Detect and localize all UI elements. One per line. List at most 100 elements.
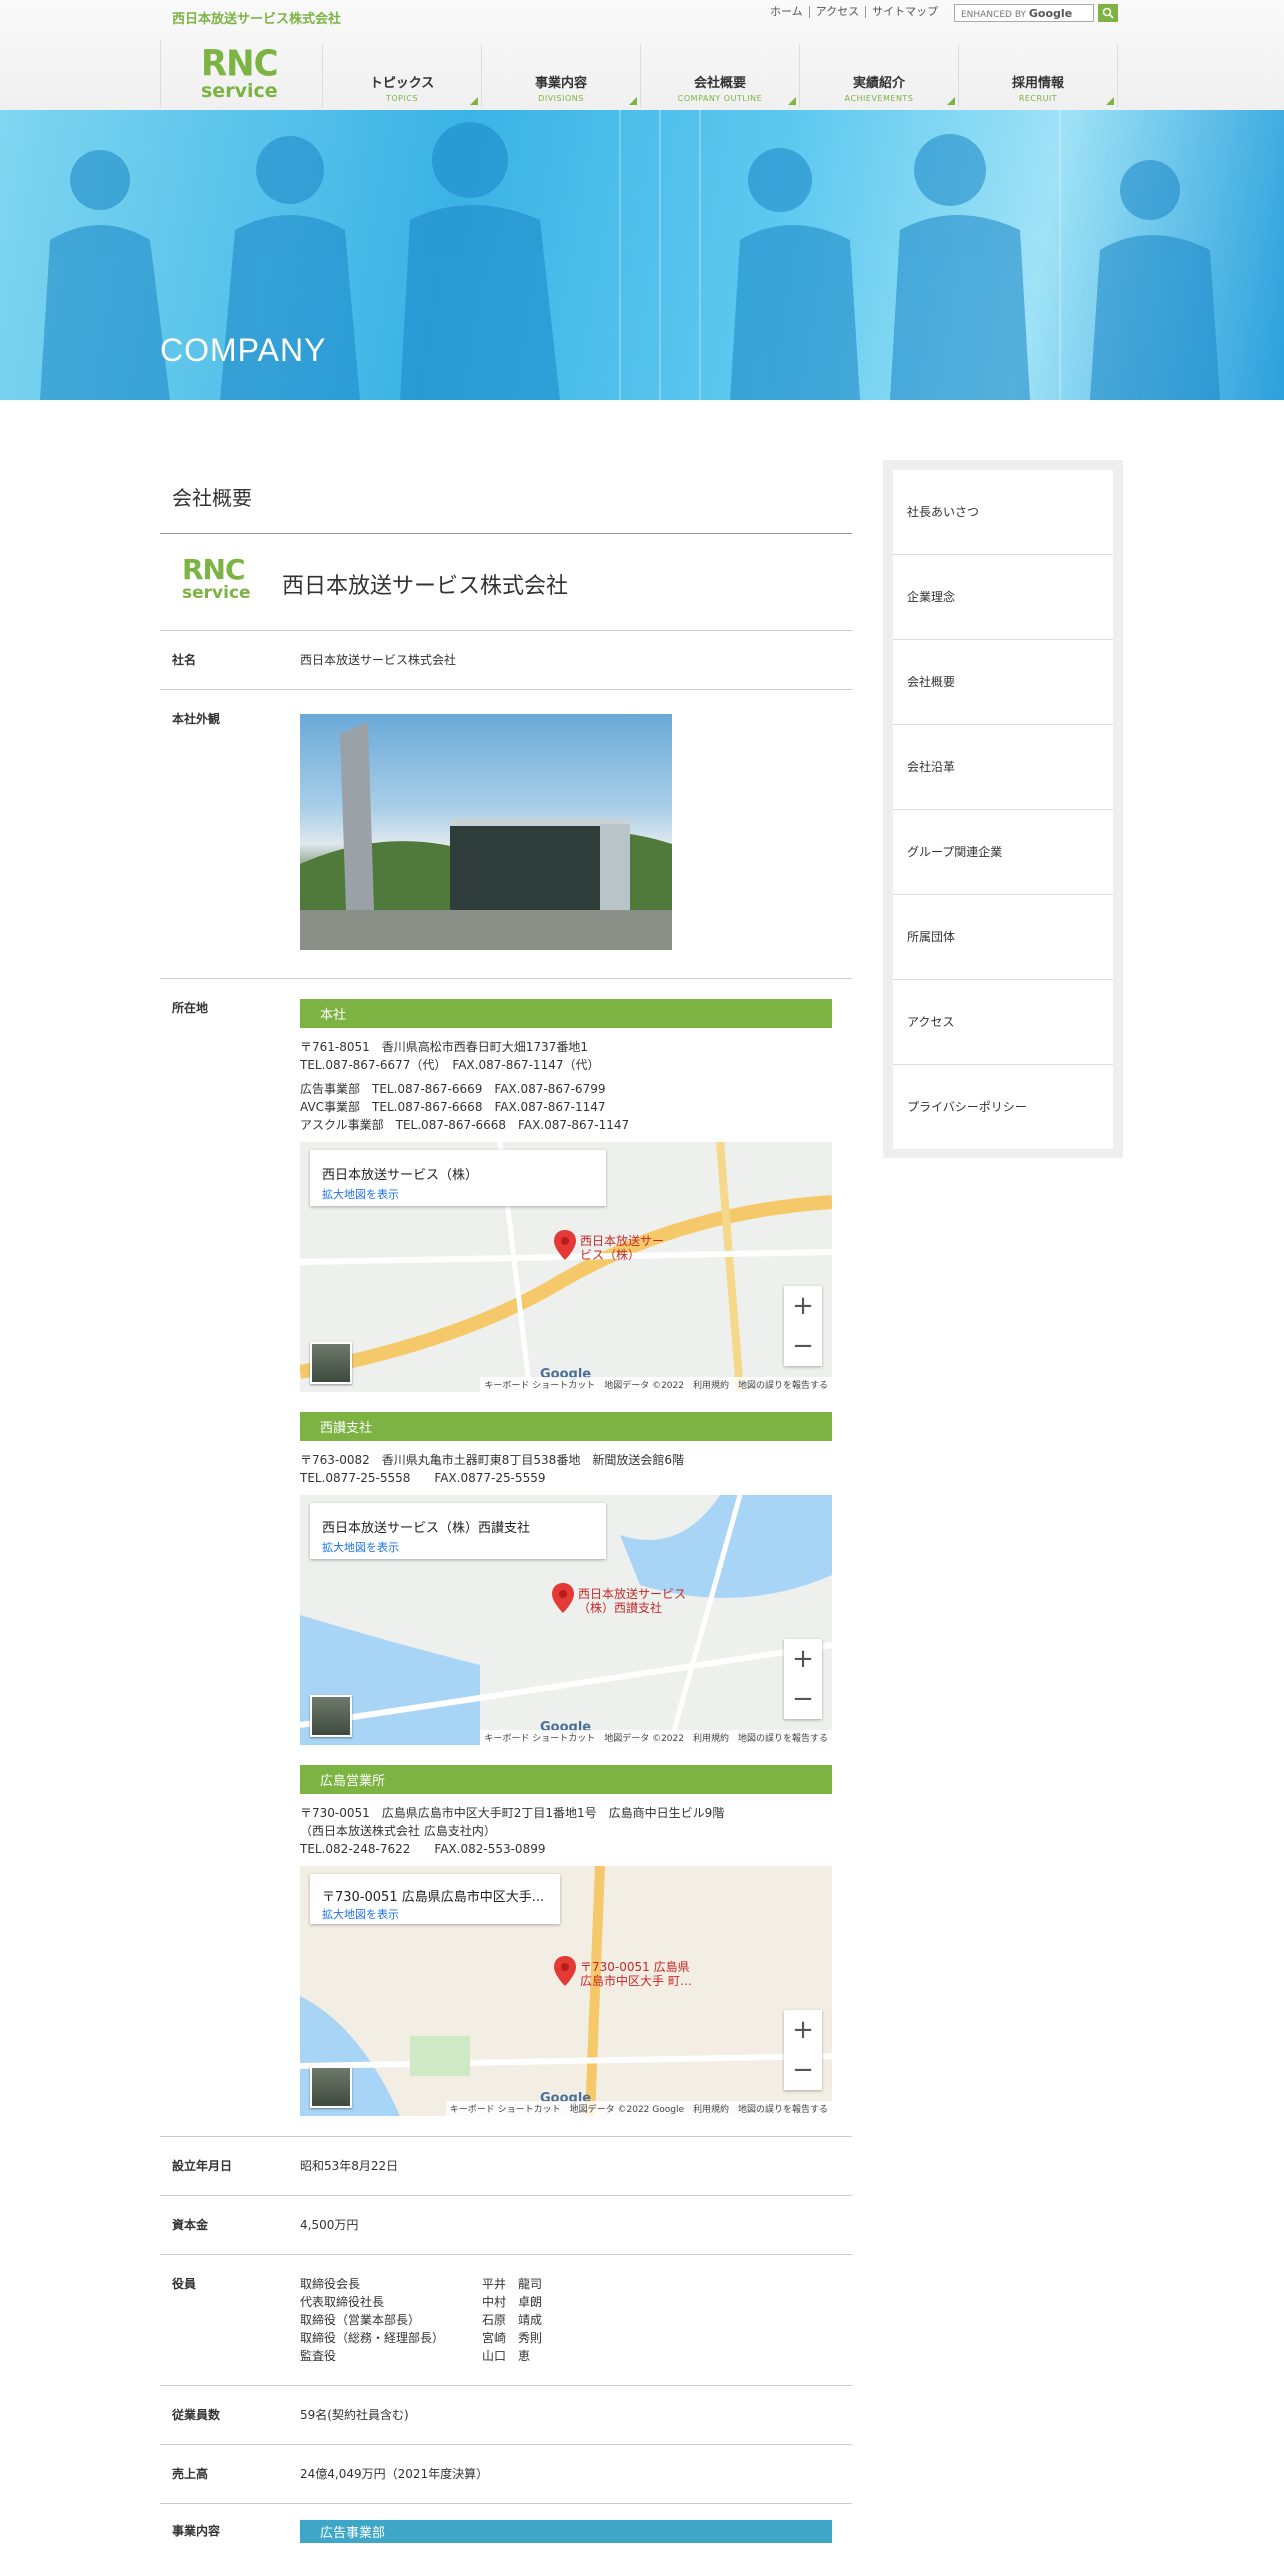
hiroshima-map[interactable]: 〒730-0051 広島県広島市中区大手... 拡大地図を表示 〒730-005… <box>300 1866 832 2116</box>
row-value <box>300 690 852 978</box>
hiroshima-section-bar: 広島営業所 <box>300 1765 832 1794</box>
officer-role: 監査役 <box>300 2349 337 2363</box>
row-value: 本社 〒761-8051 香川県高松市西春日町大畑1737番地1 TEL.087… <box>300 979 852 2136</box>
logo-rnc: RNC <box>201 43 279 85</box>
row-label: 本社外観 <box>172 712 221 726</box>
row-value: 24億4,049万円（2021年度決算） <box>300 2467 489 2481</box>
corner-arrow-icon <box>629 97 637 105</box>
row-label: 社名 <box>172 653 197 667</box>
map-pin-icon[interactable] <box>554 1230 576 1260</box>
row-value: 西日本放送サービス株式会社 <box>300 653 457 667</box>
nav-sublabel: COMPANY OUTLINE <box>677 94 763 103</box>
row-value: 4,500万円 <box>300 2218 359 2232</box>
officer-row: 代表取締役社長 中村 卓朗 <box>300 2293 852 2311</box>
officer-row: 取締役（営業本部長） 石原 靖成 <box>300 2311 852 2329</box>
sidebar-item-associations[interactable]: 所属団体 <box>893 895 1113 980</box>
sidebar-item-outline[interactable]: 会社概要 <box>893 640 1113 725</box>
map-pin-label: 西日本放送サービス（株） <box>580 1234 665 1262</box>
hq-line4: AVC事業部 TEL.087-867-6668 FAX.087-867-1147 <box>300 1100 606 1114</box>
map-satellite-toggle[interactable] <box>310 2066 352 2108</box>
map-title: 〒730-0051 広島県広島市中区大手... <box>322 1890 545 1905</box>
site-header: 西日本放送サービス株式会社 ホーム アクセス サイトマップ ENHANCED B… <box>0 0 1284 111</box>
map-pin-icon[interactable] <box>552 1583 574 1613</box>
sidebar-item-philosophy[interactable]: 企業理念 <box>893 555 1113 640</box>
row-capital: 資本金 4,500万円 <box>160 2196 852 2255</box>
nav-sublabel: RECRUIT <box>1018 94 1058 103</box>
map-enlarge-link[interactable]: 拡大地図を表示 <box>322 1186 399 1202</box>
nav-label: 実績紹介 <box>852 76 905 91</box>
nav-company-outline[interactable]: 会社概要 COMPANY OUTLINE <box>640 44 799 108</box>
nav-divisions[interactable]: 事業内容 DIVISIONS <box>481 44 640 108</box>
nav-label: 採用情報 <box>1011 76 1064 91</box>
top-link-sitemap[interactable]: サイトマップ <box>866 6 944 18</box>
nav-label: 会社概要 <box>693 76 746 91</box>
officer-name: 宮崎 秀則 <box>482 2331 543 2345</box>
map-pin-icon[interactable] <box>554 1956 576 1986</box>
map-pin-label: 西日本放送サービス（株）西讃支社 <box>578 1587 687 1615</box>
row-value: 59名(契約社員含む) <box>300 2408 409 2422</box>
officer-name: 山口 恵 <box>482 2349 531 2363</box>
zoom-in-button[interactable]: + <box>784 1639 822 1679</box>
top-link-home[interactable]: ホーム <box>764 6 810 18</box>
site-logo[interactable]: RNC service <box>160 40 321 108</box>
row-label: 従業員数 <box>172 2408 221 2422</box>
row-officers: 役員 取締役会長 平井 龍司 代表取締役社長 中村 卓朗 取締役（営業本部長） 石原 … <box>160 2255 852 2386</box>
map-zoom-controls: + − <box>784 1639 822 1719</box>
officer-role: 取締役（営業本部長） <box>300 2313 421 2327</box>
nav-recruit[interactable]: 採用情報 RECRUIT <box>958 44 1118 108</box>
officer-row: 取締役会長 平井 龍司 <box>300 2275 852 2293</box>
hiroshima-address: 〒730-0051 広島県広島市中区大手町2丁目1番地1号 広島商中日生ビル9階… <box>300 1804 852 1858</box>
map-info-card: 西日本放送サービス（株）西讃支社 拡大地図を表示 <box>310 1503 606 1559</box>
main-content: 会社概要 RNC service 西日本放送サービス株式会社 社名 西日本放送サ… <box>160 460 852 2564</box>
header-company-name: 西日本放送サービス株式会社 <box>172 12 342 27</box>
hero-title: COMPANY <box>160 332 327 368</box>
map-satellite-toggle[interactable] <box>310 1342 352 1384</box>
officer-role: 代表取締役社長 <box>300 2295 385 2309</box>
officer-name: 中村 卓朗 <box>482 2295 543 2309</box>
hq-address: 〒761-8051 香川県高松市西春日町大畑1737番地1 TEL.087-86… <box>300 1038 852 1074</box>
corner-arrow-icon <box>1106 97 1114 105</box>
sidebar-item-privacy[interactable]: プライバシーポリシー <box>893 1065 1113 1149</box>
corner-arrow-icon <box>947 97 955 105</box>
map-enlarge-link[interactable]: 拡大地図を表示 <box>322 1906 399 1922</box>
zoom-in-button[interactable]: + <box>784 2010 822 2050</box>
hq-map[interactable]: 西日本放送サービス（株） 拡大地図を表示 西日本放送サービス（株） + − Go… <box>300 1142 832 1392</box>
brand-logo-service: service <box>182 583 251 603</box>
nav-sublabel: ACHIEVEMENTS <box>844 94 914 103</box>
sidebar-item-access[interactable]: アクセス <box>893 980 1113 1065</box>
west-map[interactable]: 西日本放送サービス（株）西讃支社 拡大地図を表示 西日本放送サービス（株）西讃支… <box>300 1495 832 1745</box>
headquarters-photo <box>300 714 672 950</box>
row-value: 取締役会長 平井 龍司 代表取締役社長 中村 卓朗 取締役（営業本部長） 石原 靖成 … <box>300 2255 852 2385</box>
row-value: 昭和53年8月22日 <box>300 2159 399 2173</box>
row-company-name: 社名 西日本放送サービス株式会社 <box>160 631 852 690</box>
search-button[interactable] <box>1098 4 1118 22</box>
sidebar: 社長あいさつ 企業理念 会社概要 会社沿革 グループ関連企業 所属団体 アクセス… <box>883 460 1123 1158</box>
nav-sublabel: DIVISIONS <box>538 94 584 103</box>
sidebar-item-greeting[interactable]: 社長あいさつ <box>893 470 1113 555</box>
map-pin-label: 〒730-0051 広島県広島市中区大手 町… <box>580 1960 692 1988</box>
west-line1: 〒763-0082 香川県丸亀市土器町東8丁目538番地 新聞放送会館6階 <box>300 1453 684 1467</box>
zoom-out-button[interactable]: − <box>784 2050 822 2090</box>
row-founded: 設立年月日 昭和53年8月22日 <box>160 2137 852 2196</box>
business-section-bar: 広告事業部 <box>300 2520 832 2543</box>
row-label: 役員 <box>172 2277 197 2291</box>
nav-achievements[interactable]: 実績紹介 ACHIEVEMENTS <box>799 44 958 108</box>
top-link-access[interactable]: アクセス <box>810 6 867 18</box>
sidebar-item-group[interactable]: グループ関連企業 <box>893 810 1113 895</box>
hiroshima-line1: 〒730-0051 広島県広島市中区大手町2丁目1番地1号 広島商中日生ビル9階 <box>300 1806 725 1820</box>
zoom-out-button[interactable]: − <box>784 1326 822 1366</box>
map-zoom-controls: + − <box>784 1286 822 1366</box>
nav-topics[interactable]: トピックス TOPICS <box>322 44 481 108</box>
sidebar-item-history[interactable]: 会社沿革 <box>893 725 1113 810</box>
officer-row: 取締役（総務・経理部長） 宮崎 秀則 <box>300 2329 852 2347</box>
map-satellite-toggle[interactable] <box>310 1695 352 1737</box>
brand-logo: RNC service <box>182 553 251 603</box>
officer-row: 監査役 山口 恵 <box>300 2347 852 2365</box>
zoom-in-button[interactable]: + <box>784 1286 822 1326</box>
zoom-out-button[interactable]: − <box>784 1679 822 1719</box>
search-input[interactable]: ENHANCED BY Google <box>954 4 1094 22</box>
officer-role: 取締役（総務・経理部長） <box>300 2331 445 2345</box>
nav-sublabel: TOPICS <box>385 94 419 103</box>
map-enlarge-link[interactable]: 拡大地図を表示 <box>322 1539 399 1555</box>
brand-logo-rnc: RNC <box>182 553 246 586</box>
